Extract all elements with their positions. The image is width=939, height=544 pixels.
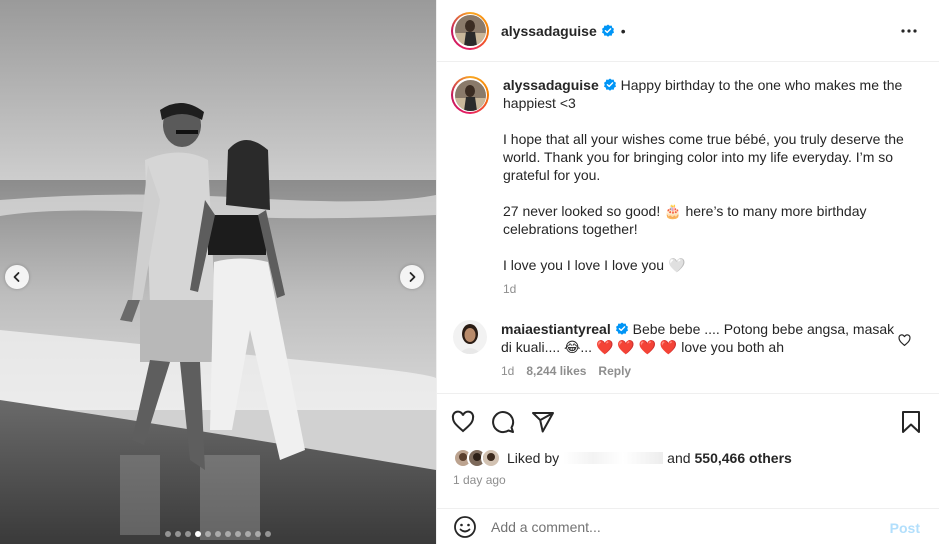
author-avatar-image (454, 15, 486, 46)
caption-line: I love you I love I love you 🤍 (503, 257, 686, 273)
verified-badge-icon (603, 78, 616, 91)
liker-avatars (453, 448, 501, 468)
caption-line: I hope that all your wishes come true bé… (503, 131, 904, 183)
carousel-dot (235, 531, 241, 537)
carousel-dot (195, 531, 201, 537)
carousel-dot (205, 531, 211, 537)
caption-text: alyssadaguise Happy birthday to the one … (503, 76, 913, 298)
verified-badge-icon (615, 322, 628, 335)
save-button[interactable] (900, 410, 922, 439)
liked-by-label: Liked by (507, 450, 560, 466)
post-details-panel: alyssadaguise • alyssadaguise Happy birt… (436, 0, 939, 544)
carousel-dot (225, 531, 231, 537)
likes-count[interactable]: 550,466 others (695, 450, 792, 466)
chevron-left-icon (13, 272, 20, 282)
commenter-avatar[interactable] (453, 320, 487, 354)
carousel-dot (185, 531, 191, 537)
header-separator: • (620, 22, 626, 39)
carousel-dot (265, 531, 271, 537)
liked-by-connector: and (667, 450, 691, 466)
caption-author-avatar[interactable] (451, 76, 489, 114)
paper-plane-icon (532, 411, 554, 432)
post-caption: alyssadaguise Happy birthday to the one … (451, 76, 931, 298)
carousel-next-button[interactable] (400, 265, 424, 289)
author-avatar[interactable] (451, 11, 489, 50)
like-button[interactable] (451, 410, 475, 434)
post-timestamp[interactable]: 1 day ago (453, 473, 506, 487)
comment-input[interactable] (491, 518, 871, 535)
commenter-username[interactable]: maiaestiantyreal (501, 321, 611, 337)
comment-likes-count[interactable]: 8,244 likes (526, 362, 586, 380)
bookmark-icon (902, 411, 920, 433)
comment-reply-button[interactable]: Reply (598, 362, 631, 380)
beach-photo (0, 0, 436, 544)
caption-author-username[interactable]: alyssadaguise (503, 77, 599, 93)
carousel-dot (245, 531, 251, 537)
share-button[interactable] (531, 410, 555, 434)
carousel-dot (165, 531, 171, 537)
chevron-right-icon (409, 272, 416, 282)
comment-timestamp[interactable]: 1d (501, 362, 514, 380)
add-comment-bar: Post (437, 508, 939, 544)
comment-button[interactable] (491, 410, 515, 434)
comment-item: maiaestiantyreal Bebe bebe .... Potong b… (451, 320, 931, 380)
carousel-dot (255, 531, 261, 537)
smiley-icon[interactable] (453, 515, 477, 539)
carousel-dot (175, 531, 181, 537)
post-header: alyssadaguise • (437, 0, 939, 62)
post-photo[interactable] (0, 0, 436, 544)
verified-badge-icon (601, 24, 614, 37)
comment-bubble-icon (492, 410, 515, 433)
liked-by-username-redacted[interactable] (563, 452, 664, 464)
more-options-icon[interactable] (900, 22, 918, 40)
heart-icon (451, 410, 475, 432)
carousel-prev-button[interactable] (5, 265, 29, 289)
author-username[interactable]: alyssadaguise (501, 23, 597, 39)
post-actions-bar (437, 393, 939, 449)
comments-section[interactable]: alyssadaguise Happy birthday to the one … (437, 62, 939, 393)
caption-timestamp[interactable]: 1d (503, 280, 913, 298)
commenter-avatar-image (453, 320, 487, 354)
likes-summary[interactable]: Liked by and 550,466 others (453, 448, 792, 468)
liker-avatar (481, 448, 501, 468)
post-comment-button[interactable]: Post (890, 520, 920, 536)
carousel-dot (215, 531, 221, 537)
caption-line: 27 never looked so good! 🎂 here’s to man… (503, 203, 867, 237)
comment-like-heart-icon[interactable] (898, 334, 911, 347)
carousel-indicator (0, 531, 436, 537)
caption-avatar-image (454, 79, 486, 111)
